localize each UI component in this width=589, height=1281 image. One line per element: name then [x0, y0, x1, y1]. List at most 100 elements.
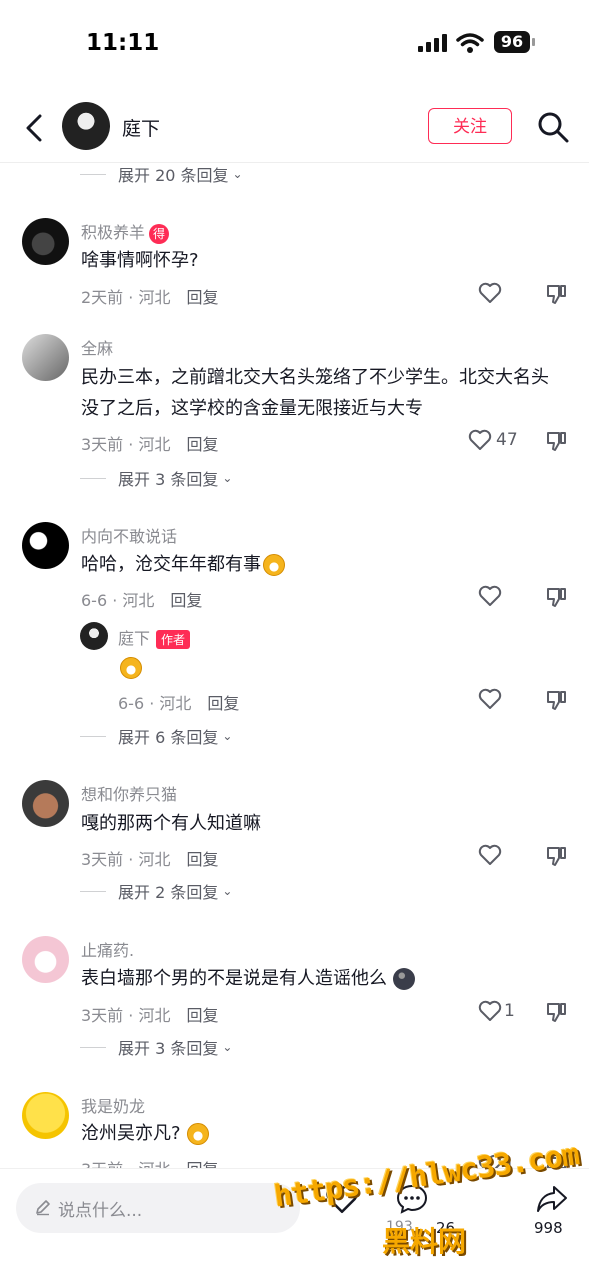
comment-avatar[interactable]	[22, 334, 69, 381]
expand-replies[interactable]: 展开 3 条回复 ⌄	[80, 466, 232, 490]
comment-bubble-icon	[396, 1184, 428, 1214]
like-count: 47	[496, 430, 518, 450]
comment-meta: 3天前 · 河北回复	[81, 435, 219, 454]
comment-username[interactable]: 想和你养只猫	[81, 781, 177, 805]
laugh-cry-emoji-icon	[263, 554, 285, 576]
expand-replies[interactable]: 展开 2 条回复 ⌄	[80, 879, 232, 903]
comment-username[interactable]: 内向不敢说话	[81, 523, 177, 547]
comment-item: 积极养羊得 啥事情啊怀孕? 2天前 · 河北 回复	[0, 214, 589, 314]
chevron-down-icon: ⌄	[222, 471, 233, 485]
signal-icon	[418, 34, 447, 52]
reply-button[interactable]: 回复	[186, 850, 218, 869]
comment-meta: 3天前 · 河北回复	[81, 850, 219, 869]
dislike-icon[interactable]	[544, 1000, 568, 1024]
comment-text: 哈哈，沧交年年都有事	[81, 549, 561, 580]
expand-label: 展开 6 条回复	[118, 728, 219, 747]
laugh-cry-emoji-icon	[186, 1123, 209, 1145]
author-badge: 作者	[156, 630, 191, 649]
reply-button[interactable]: 回复	[186, 1006, 218, 1025]
comment-text: 沧州吴亦凡?	[81, 1118, 561, 1149]
chevron-down-icon: ⌄	[222, 1040, 233, 1054]
follow-button[interactable]: 关注	[428, 108, 512, 144]
comment-username[interactable]: 我是奶龙	[81, 1093, 145, 1117]
comment-username[interactable]: 全麻	[81, 335, 113, 359]
comment-meta: 2天前 · 河北 回复	[81, 288, 219, 307]
dislike-icon[interactable]	[544, 585, 568, 609]
like-button[interactable]: 47	[468, 429, 518, 451]
heart-icon[interactable]	[478, 282, 502, 304]
wifi-icon	[456, 33, 484, 53]
comment-username[interactable]: 积极养羊得	[81, 219, 170, 244]
comment-item: 全麻 民办三本，之前蹭北交大名头笼络了不少学生。北交大名头没了之后，这学校的含金…	[0, 330, 589, 460]
chevron-down-icon: ⌄	[222, 884, 233, 898]
like-video-button[interactable]	[322, 1183, 362, 1219]
heart-icon	[468, 429, 492, 450]
expand-line	[80, 890, 106, 892]
comment-item: 止痛药. 表白墙那个男的不是说是有人造谣他么 3天前 · 河北 回复 1	[0, 932, 589, 1032]
expand-line	[80, 735, 106, 737]
comment-avatar[interactable]	[22, 936, 69, 983]
author-reply-avatar[interactable]	[80, 622, 108, 650]
partial-count: 193	[386, 1219, 413, 1235]
header: 庭下 关注	[0, 96, 589, 160]
expand-label: 展开 2 条回复	[118, 883, 219, 902]
battery-cap	[532, 38, 535, 46]
laugh-cry-emoji-icon	[120, 657, 142, 679]
comment-text: 表白墙那个男的不是说是有人造谣他么	[81, 963, 561, 994]
comment-item: 内向不敢说话 哈哈，沧交年年都有事 6-6 · 河北 回复	[0, 518, 589, 618]
expand-label: 展开 20 条回复	[118, 166, 229, 185]
comment-meta: 3天前 · 河北回复	[81, 1006, 219, 1025]
comment-input-placeholder: 说点什么...	[58, 1201, 143, 1221]
expand-label: 展开 3 条回复	[118, 1039, 219, 1058]
expand-line	[80, 1046, 106, 1048]
heart-icon	[326, 1184, 358, 1214]
comment-text: 啥事情啊怀孕?	[81, 250, 199, 271]
comment-item: 我是奶龙 沧州吴亦凡? 3天前 · 河北回复 1	[0, 1088, 589, 1179]
author-reply-text	[118, 652, 589, 683]
chevron-down-icon: ⌄	[222, 729, 233, 743]
comment-input[interactable]: 说点什么...	[16, 1183, 300, 1233]
like-count: 1	[504, 1001, 515, 1021]
battery-icon: 96	[494, 31, 530, 53]
status-bar: 11:11 96	[0, 0, 589, 88]
expand-replies[interactable]: 展开 20 条回复 ⌄	[80, 162, 243, 186]
heart-icon	[478, 1000, 502, 1021]
reply-button[interactable]: 回复	[170, 591, 202, 610]
comment-item: 想和你养只猫 嘎的那两个有人知道嘛 3天前 · 河北 回复	[0, 776, 589, 876]
chevron-down-icon: ⌄	[232, 167, 243, 181]
comment-avatar[interactable]	[22, 780, 69, 827]
heart-icon[interactable]	[478, 844, 502, 866]
comment-count: 26	[436, 1219, 456, 1237]
dislike-icon[interactable]	[544, 282, 568, 306]
comment-username[interactable]: 止痛药.	[81, 937, 134, 961]
author-reply-meta: 6-6 · 河北 回复	[118, 694, 240, 713]
dislike-icon[interactable]	[544, 844, 568, 868]
bottom-bar: 说点什么... 193 26 998	[0, 1168, 589, 1281]
dislike-icon[interactable]	[544, 688, 568, 712]
expand-replies[interactable]: 展开 6 条回复 ⌄	[80, 724, 232, 748]
share-button[interactable]: 998	[532, 1183, 572, 1237]
comment-avatar[interactable]	[22, 1092, 69, 1139]
comment-count-button[interactable]: 193 26	[386, 1183, 455, 1237]
author-avatar[interactable]	[62, 102, 110, 150]
like-button[interactable]: 1	[478, 1000, 515, 1022]
comment-text: 嘎的那两个有人知道嘛	[81, 813, 261, 834]
comment-avatar[interactable]	[22, 522, 69, 569]
expand-line	[80, 173, 106, 175]
author-reply-username[interactable]: 庭下 作者	[118, 625, 191, 649]
author-name[interactable]: 庭下	[122, 114, 160, 141]
reply-button[interactable]: 回复	[186, 288, 218, 307]
pen-icon	[36, 1200, 50, 1216]
back-arrow-icon[interactable]	[20, 110, 50, 146]
expand-label: 展开 3 条回复	[118, 470, 219, 489]
share-count: 998	[534, 1219, 563, 1237]
dislike-icon[interactable]	[544, 429, 568, 453]
reply-button[interactable]: 回复	[186, 435, 218, 454]
heart-icon[interactable]	[478, 688, 502, 710]
expand-replies[interactable]: 展开 3 条回复 ⌄	[80, 1035, 232, 1059]
comment-avatar[interactable]	[22, 218, 69, 265]
comment-meta: 6-6 · 河北 回复	[81, 591, 203, 610]
reply-button[interactable]: 回复	[207, 694, 239, 713]
search-icon[interactable]	[536, 110, 570, 144]
heart-icon[interactable]	[478, 585, 502, 607]
